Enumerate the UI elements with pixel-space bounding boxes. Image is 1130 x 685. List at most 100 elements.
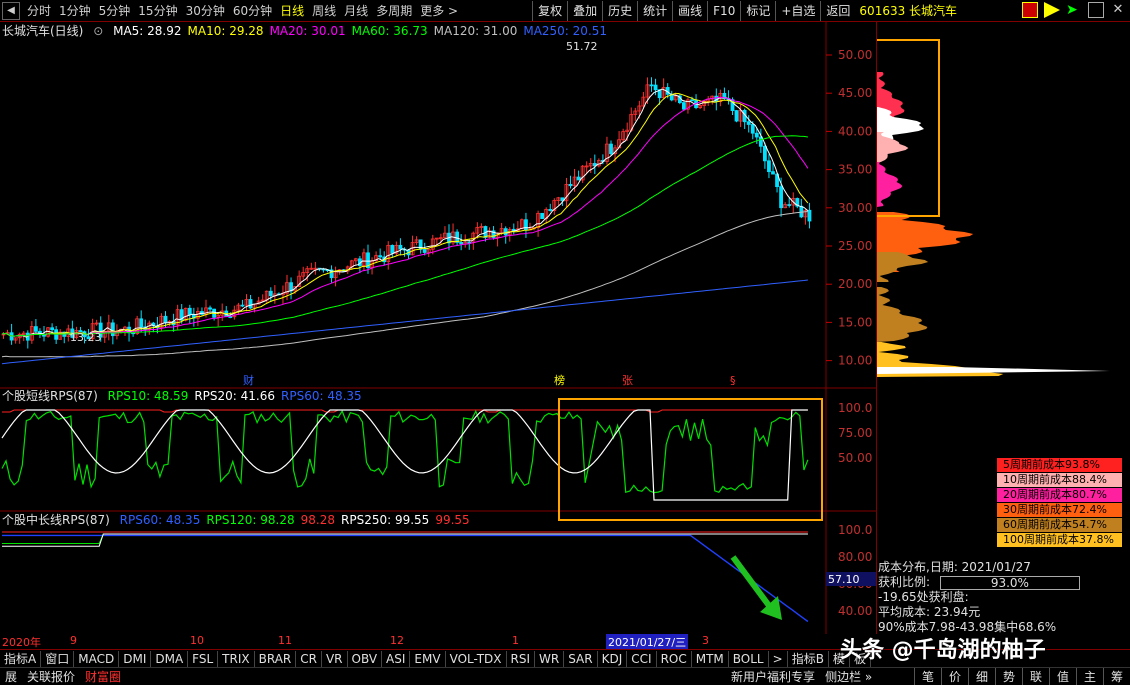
candle-body	[750, 124, 755, 134]
flag-icon[interactable]	[1022, 2, 1038, 18]
status-right-7[interactable]: 筹	[1103, 668, 1130, 685]
indicator-tab-22[interactable]: >	[769, 650, 788, 667]
time-label-0: 2020年	[2, 636, 41, 649]
indicator-tab-0[interactable]: 指标A	[0, 650, 42, 667]
price-label-1: 45.00	[838, 86, 872, 100]
period-tab-6[interactable]: 日线	[276, 2, 308, 19]
ma-line-250	[1, 279, 808, 365]
price-label-5: 25.00	[838, 239, 872, 253]
candle-body	[734, 110, 739, 122]
status-mid-1[interactable]: 侧边栏 »	[820, 669, 877, 685]
indicator-tab-13[interactable]: VOL-TDX	[446, 650, 507, 667]
period-tab-4[interactable]: 30分钟	[182, 2, 229, 19]
indicator-tab-16[interactable]: SAR	[564, 650, 598, 667]
period-tab-0[interactable]: 分时	[23, 2, 55, 19]
indicator-tab-23[interactable]: 指标B	[788, 650, 829, 667]
candle-body	[787, 204, 792, 206]
indicator-tab-7[interactable]: BRAR	[255, 650, 297, 667]
indicator-tab-19[interactable]: ROC	[657, 650, 692, 667]
rps-long-title: 个股中长线RPS(87)	[2, 513, 110, 527]
indicator-tab-3[interactable]: DMI	[119, 650, 152, 667]
period-tab-1[interactable]: 1分钟	[55, 2, 95, 19]
period-tab-9[interactable]: 多周期	[372, 2, 416, 19]
indicator-tab-15[interactable]: WR	[535, 650, 565, 667]
kline-chart[interactable]: 50.00 45.00 40.00 35.00 30.00 25.00 20.00 15.00…	[0, 22, 876, 634]
status-right-1[interactable]: 价	[941, 668, 968, 685]
candle-body	[763, 145, 767, 162]
ma-legend-2: MA20: 30.01	[269, 24, 346, 38]
period-tab-8[interactable]: 月线	[340, 2, 372, 19]
indicator-tab-1[interactable]: 窗口	[41, 650, 75, 667]
indicator-tab-21[interactable]: BOLL	[729, 650, 769, 667]
toolbar-button-2[interactable]: 历史	[602, 0, 637, 21]
top-toolbar: ◀ 分时 1分钟 5分钟 15分钟 30分钟 60分钟 日线 周线 月线 多周期 更多 > 复权 叠加…	[0, 0, 1130, 22]
status-right-5[interactable]: 值	[1049, 668, 1076, 685]
indicator-tab-9[interactable]: VR	[322, 650, 348, 667]
indicator-tab-20[interactable]: MTM	[692, 650, 729, 667]
status-left-1[interactable]: 关联报价	[22, 669, 80, 685]
status-left-2[interactable]: 财富圈	[80, 669, 126, 685]
status-right-4[interactable]: 联	[1022, 668, 1049, 685]
indicator-tab-11[interactable]: ASI	[382, 650, 411, 667]
back-arrow-icon[interactable]: ◀	[2, 1, 20, 20]
rps-current-value: 57.10	[828, 573, 860, 586]
toolbar-button-5[interactable]: F10	[707, 0, 740, 21]
time-label-4: 12	[390, 634, 404, 647]
rps-short-red	[2, 409, 808, 413]
status-right-3[interactable]: 势	[995, 668, 1022, 685]
toolbar-button-7[interactable]: +自选	[775, 0, 820, 21]
rps-long-axis-1: 80.00	[838, 550, 872, 564]
candle-body	[240, 304, 245, 307]
chip-date: 成本分布,日期: 2021/01/27	[878, 560, 1031, 574]
period-tab-7[interactable]: 周线	[308, 2, 340, 19]
candle-body	[779, 186, 783, 209]
rps-long-item-3: RPS250: 99.55	[341, 513, 430, 527]
status-right-0[interactable]: 笔	[914, 668, 941, 685]
period-tab-3[interactable]: 15分钟	[134, 2, 181, 19]
status-right-6[interactable]: 主	[1076, 668, 1103, 685]
time-label-3: 11	[278, 634, 292, 647]
toolbar-button-0[interactable]: 复权	[532, 0, 567, 21]
close-icon[interactable]: ✕	[1110, 2, 1126, 18]
indicator-tab-12[interactable]: EMV	[410, 650, 446, 667]
indicator-tab-4[interactable]: DMA	[151, 650, 189, 667]
indicator-tab-8[interactable]: CR	[296, 650, 322, 667]
profit-value: 93.0%	[939, 575, 1080, 590]
play-icon[interactable]	[1044, 2, 1060, 18]
period-tab-10[interactable]: 更多 >	[416, 2, 462, 19]
indicator-tab-2[interactable]: MACD	[74, 650, 120, 667]
window-icon[interactable]	[1088, 2, 1104, 18]
candle-body	[422, 249, 427, 253]
period-tab-5[interactable]: 60分钟	[229, 2, 276, 19]
candle-body	[771, 171, 775, 175]
ma-line-10	[1, 92, 809, 337]
indicator-tab-10[interactable]: OBV	[348, 650, 383, 667]
period-tabs: 分时 1分钟 5分钟 15分钟 30分钟 60分钟 日线 周线 月线 多周期 更多 >	[23, 2, 462, 19]
cursor-icon[interactable]: ➤	[1066, 2, 1082, 18]
toolbar-buttons: 复权 叠加 历史 统计 画线 F10 标记 +自选 返回	[532, 0, 855, 21]
chip-row-3: 30周期前成本72.4%	[997, 503, 1122, 517]
indicator-tab-14[interactable]: RSI	[507, 650, 536, 667]
status-left-0[interactable]: 展	[0, 669, 22, 685]
toolbar-button-1[interactable]: 叠加	[567, 0, 602, 21]
chip-band-magenta	[877, 162, 903, 207]
indicator-tab-18[interactable]: CCI	[627, 650, 657, 667]
toolbar-button-4[interactable]: 画线	[672, 0, 707, 21]
indicator-tab-17[interactable]: KDJ	[598, 650, 628, 667]
status-right-2[interactable]: 细	[968, 668, 995, 685]
toolbar-button-6[interactable]: 标记	[740, 0, 775, 21]
indicator-tab-6[interactable]: TRIX	[218, 650, 255, 667]
period-tab-2[interactable]: 5分钟	[95, 2, 135, 19]
ma-legend-1: MA10: 29.28	[187, 24, 264, 38]
status-mid-0[interactable]: 新用户福利专享	[726, 669, 820, 685]
toolbar-button-8[interactable]: 返回	[820, 0, 855, 21]
chip-band-brown	[877, 252, 929, 282]
legend-toggle-icon[interactable]: ⊙	[93, 24, 103, 38]
candle-body	[690, 99, 694, 102]
candle-body	[746, 121, 751, 125]
candle-body	[390, 244, 395, 254]
rps-long-item-4: 99.55	[435, 513, 470, 527]
ma-legend-4: MA120: 31.00	[433, 24, 518, 38]
indicator-tab-5[interactable]: FSL	[188, 650, 219, 667]
toolbar-button-3[interactable]: 统计	[637, 0, 672, 21]
